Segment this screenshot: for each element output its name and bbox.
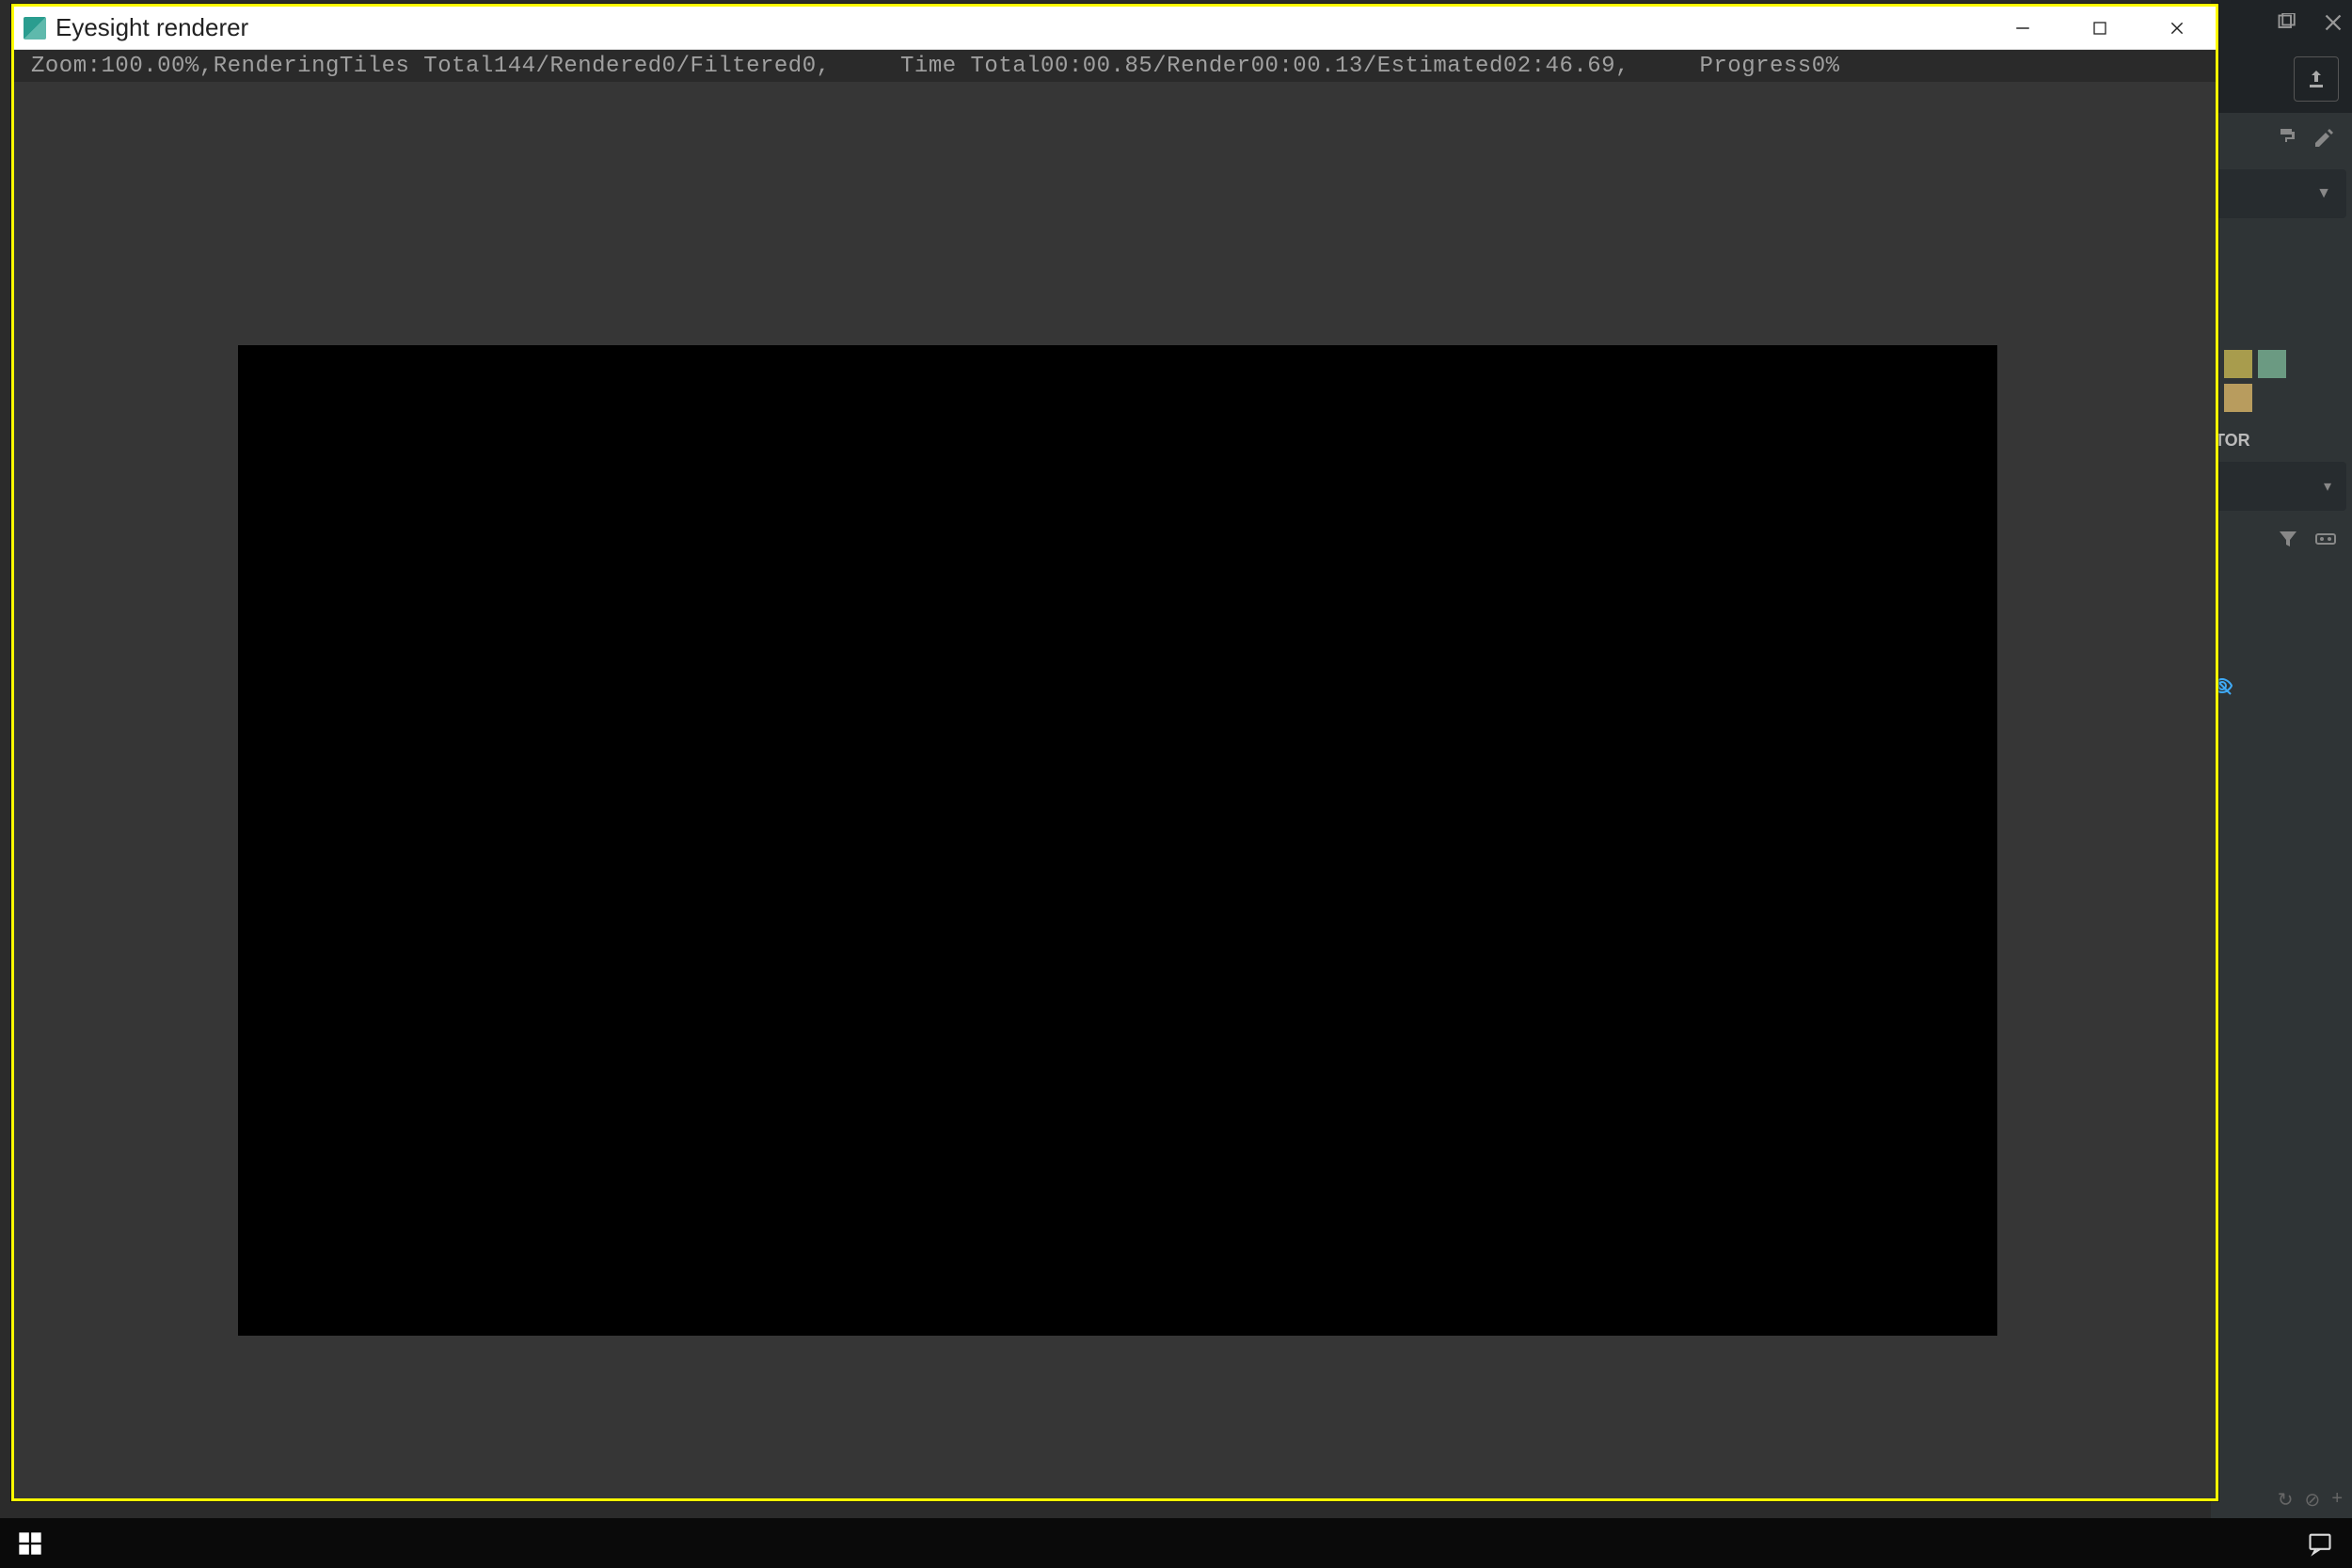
render-output-frame bbox=[238, 345, 1997, 1336]
render-label: Render bbox=[1167, 54, 1250, 79]
estimated-time: 02:46.69 bbox=[1503, 54, 1615, 79]
vr-icon[interactable] bbox=[2314, 528, 2337, 550]
upload-button[interactable] bbox=[2294, 56, 2339, 102]
titlebar[interactable]: Eyesight renderer bbox=[14, 7, 2216, 50]
add-icon[interactable]: + bbox=[2331, 1488, 2343, 1512]
bg-dropdown-2[interactable]: ▾ bbox=[2217, 462, 2346, 511]
estimated-label: Estimated bbox=[1377, 54, 1503, 79]
chevron-down-icon: ▾ bbox=[2324, 477, 2331, 496]
window-title: Eyesight renderer bbox=[56, 13, 1984, 42]
color-swatches bbox=[2211, 337, 2352, 384]
bg-bottom-icons: ↻ ⊘ + bbox=[2278, 1488, 2343, 1512]
tiles-rendered: 0 bbox=[662, 54, 676, 79]
time-total: 00:00.85 bbox=[1041, 54, 1152, 79]
paint-roller-icon[interactable] bbox=[2277, 127, 2299, 150]
render-state: Rendering bbox=[214, 54, 340, 79]
tiles-filtered-label: Filtered bbox=[690, 54, 802, 79]
bg-tool-row-1 bbox=[2211, 113, 2352, 164]
windows-start-button[interactable] bbox=[9, 1523, 51, 1564]
zoom-label: Zoom: bbox=[31, 54, 102, 79]
swatch-1[interactable] bbox=[2224, 350, 2252, 378]
tiles-rendered-label: Rendered bbox=[549, 54, 661, 79]
progress-label: Progress bbox=[1699, 54, 1811, 79]
bg-titlebar bbox=[2211, 0, 2352, 45]
refresh-icon[interactable]: ↻ bbox=[2278, 1488, 2294, 1512]
filter-icon[interactable] bbox=[2277, 528, 2299, 550]
close-button[interactable] bbox=[2138, 7, 2216, 49]
bg-dropdown-1[interactable]: ▼ bbox=[2217, 169, 2346, 218]
tiles-label: Tiles Total bbox=[340, 54, 494, 79]
color-swatches-2 bbox=[2211, 384, 2352, 418]
bg-close-icon[interactable] bbox=[2324, 13, 2343, 32]
render-time: 00:00.13 bbox=[1251, 54, 1363, 79]
background-app-panel: ▼ TOR ▾ ↻ ⊘ + bbox=[2211, 0, 2352, 1568]
eye-off-icon[interactable]: ⊘ bbox=[2305, 1488, 2321, 1512]
status-bar: Zoom:100.00%,Rendering Tiles Total 144/R… bbox=[14, 50, 2216, 82]
edit-pencil-icon[interactable] bbox=[2312, 127, 2335, 150]
bg-view-tools bbox=[2211, 516, 2352, 562]
bg-section-label: TOR bbox=[2211, 418, 2352, 456]
window-controls bbox=[1984, 7, 2216, 49]
swatch-3[interactable] bbox=[2224, 384, 2252, 412]
maximize-button[interactable] bbox=[2061, 7, 2138, 49]
time-label: Time Total bbox=[900, 54, 1041, 79]
app-icon bbox=[24, 17, 46, 40]
chevron-down-icon: ▼ bbox=[2316, 185, 2331, 202]
render-viewport[interactable] bbox=[14, 82, 2216, 1498]
tiles-filtered: 0 bbox=[803, 54, 817, 79]
taskbar-tray bbox=[2307, 1530, 2343, 1557]
progress-value: 0% bbox=[1812, 54, 1840, 79]
renderer-window: Eyesight renderer Zoom:100.00%,Rendering… bbox=[11, 4, 2218, 1501]
notification-chat-icon[interactable] bbox=[2307, 1530, 2333, 1557]
minimize-button[interactable] bbox=[1984, 7, 2061, 49]
bg-toolbar bbox=[2211, 45, 2352, 113]
tiles-total: 144 bbox=[494, 54, 536, 79]
zoom-value: 100.00% bbox=[102, 54, 199, 79]
visibility-eye-icon[interactable] bbox=[2211, 562, 2352, 697]
swatch-2[interactable] bbox=[2258, 350, 2286, 378]
bg-maximize-icon[interactable] bbox=[2277, 13, 2296, 32]
windows-taskbar bbox=[0, 1518, 2352, 1568]
